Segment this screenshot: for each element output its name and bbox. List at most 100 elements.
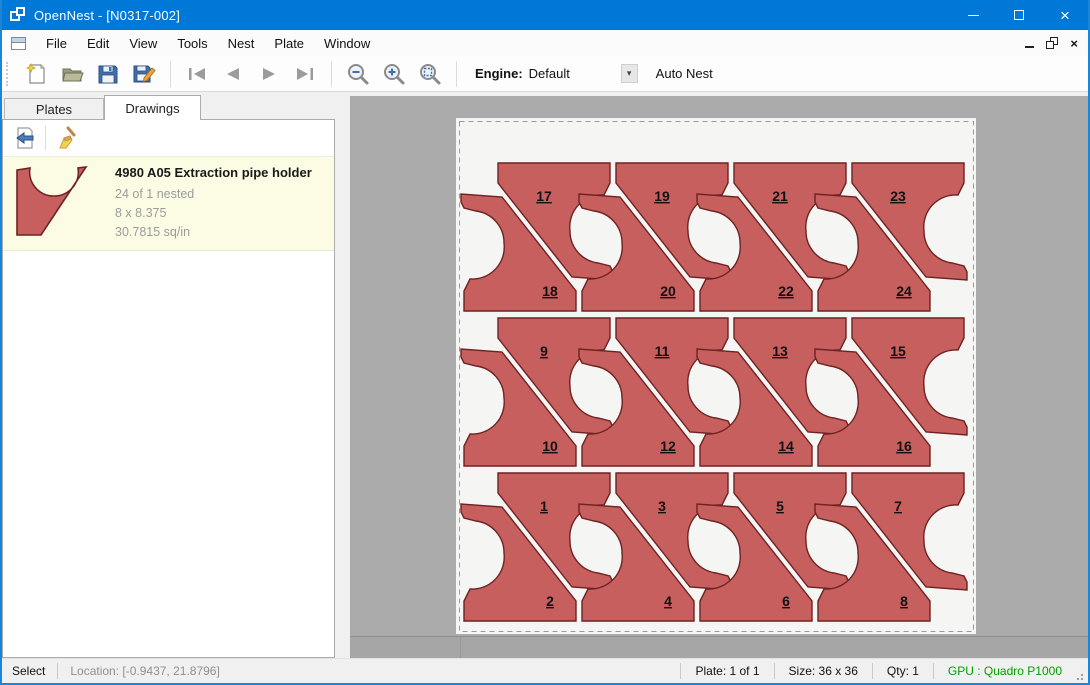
panel-toolbar-separator [45,126,46,150]
save-button[interactable] [93,59,123,89]
new-file-button[interactable] [21,59,51,89]
engine-dropdown-arrow[interactable]: ▾ [621,64,638,83]
part-number-label: 16 [896,438,912,454]
title-bar: OpenNest - [N0317-002] × [2,0,1088,30]
mdi-restore-icon[interactable] [1046,37,1058,49]
close-button[interactable]: × [1042,0,1088,30]
save-icon [96,62,120,86]
broom-icon [54,126,78,150]
minimize-button[interactable] [950,0,996,30]
open-button[interactable] [57,59,87,89]
zoom-fit-icon [418,62,442,86]
part-number-label: 23 [890,188,906,204]
app-window: OpenNest - [N0317-002] × File Edit View … [0,0,1090,685]
previous-plate-button[interactable] [218,59,248,89]
engine-select[interactable]: Default [529,66,621,81]
part-number-label: 5 [776,498,784,514]
toolbar-separator [170,61,171,87]
last-arrow-icon [293,62,317,86]
status-qty: Qty: 1 [873,664,933,678]
part-number-label: 17 [536,188,552,204]
part-number-label: 2 [546,593,554,609]
resize-grip[interactable] [1072,669,1084,681]
mdi-close-icon[interactable]: × [1070,37,1078,50]
drawing-list-empty-area [3,251,334,657]
toolbar-grip [6,62,12,86]
part-number-label: 6 [782,593,790,609]
engine-label: Engine: [475,66,523,81]
drawing-thumbnail [13,163,99,239]
open-folder-icon [60,62,84,86]
auto-nest-button[interactable]: Auto Nest [648,61,721,86]
app-icon [10,7,26,23]
window-title: OpenNest - [N0317-002] [34,8,180,23]
zoom-out-icon [346,62,370,86]
status-bar: Select Location: [-0.9437, 21.8796] Plat… [2,658,1088,683]
return-drawing-button[interactable] [11,124,39,152]
nest-view: 171819202122232491011121314151612345678 [350,96,1088,658]
close-icon: × [1060,7,1070,24]
new-file-icon [24,62,48,86]
toolbar-separator [331,61,332,87]
maximize-icon [1014,10,1024,20]
menu-plate[interactable]: Plate [264,32,314,55]
menu-bar: File Edit View Tools Nest Plate Window × [2,30,1088,56]
mdi-minimize-icon[interactable] [1025,46,1034,48]
menu-edit[interactable]: Edit [77,32,119,55]
mdi-child-icon[interactable] [11,37,26,50]
previous-arrow-icon [221,62,245,86]
part-number-label: 22 [778,283,794,299]
zoom-out-button[interactable] [343,59,373,89]
part-number-label: 11 [655,343,670,359]
part-number-label: 13 [772,343,788,359]
status-plate: Plate: 1 of 1 [681,664,773,678]
menu-view[interactable]: View [119,32,167,55]
part-number-label: 9 [540,343,548,359]
tab-drawings[interactable]: Drawings [104,95,201,120]
status-gpu: GPU : Quadro P1000 [934,664,1072,678]
part-number-label: 19 [654,188,670,204]
menu-window[interactable]: Window [314,32,380,55]
last-plate-button[interactable] [290,59,320,89]
zoom-fit-button[interactable] [415,59,445,89]
nest-canvas[interactable]: 171819202122232491011121314151612345678 [350,96,1088,658]
save-edit-icon [132,62,156,86]
toolbar-separator [456,61,457,87]
part-number-label: 14 [778,438,794,454]
save-as-button[interactable] [129,59,159,89]
part-number-label: 8 [900,593,908,609]
menu-nest[interactable]: Nest [218,32,265,55]
menu-file[interactable]: File [36,32,77,55]
tab-plates[interactable]: Plates [4,98,104,120]
clear-drawings-button[interactable] [52,124,80,152]
drawing-list-item[interactable]: 4980 A05 Extraction pipe holder 24 of 1 … [3,156,334,251]
next-arrow-icon [257,62,281,86]
left-panel: Plates Drawings [2,96,335,658]
maximize-button[interactable] [996,0,1042,30]
part-number-label: 1 [540,498,548,514]
part-number-label: 20 [660,283,676,299]
minimize-icon [968,15,979,16]
part-number-label: 12 [660,438,676,454]
drawing-nested-count: 24 of 1 nested [115,185,312,204]
next-plate-button[interactable] [254,59,284,89]
part-number-label: 24 [896,283,912,299]
drawing-area: 30.7815 sq/in [115,223,312,242]
panel-splitter[interactable] [335,96,350,658]
status-location: Location: [-0.9437, 21.8796] [58,664,231,678]
zoom-in-icon [382,62,406,86]
zoom-in-button[interactable] [379,59,409,89]
status-size: Size: 36 x 36 [775,664,872,678]
part-number-label: 3 [658,498,666,514]
part-number-label: 10 [542,438,558,454]
part-number-label: 21 [772,188,788,204]
part-number-label: 18 [542,283,558,299]
part-number-label: 4 [664,593,672,609]
part-number-label: 7 [894,498,902,514]
menu-tools[interactable]: Tools [167,32,217,55]
drawing-title: 4980 A05 Extraction pipe holder [115,165,312,180]
page-back-arrow-icon [13,126,37,150]
status-mode: Select [2,664,57,678]
first-plate-button[interactable] [182,59,212,89]
first-arrow-icon [185,62,209,86]
